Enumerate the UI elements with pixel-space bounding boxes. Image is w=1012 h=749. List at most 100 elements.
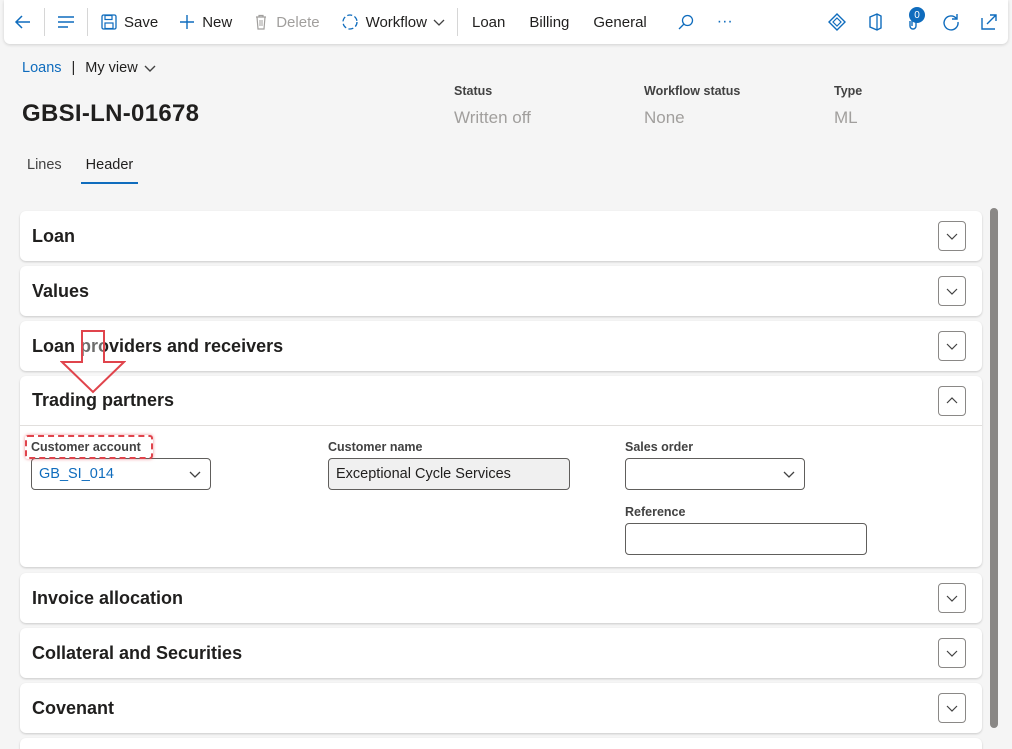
- section-title: Values: [32, 280, 90, 301]
- section-loan-providers: Loan providers and receivers: [20, 321, 982, 371]
- menu-button[interactable]: [47, 0, 85, 44]
- section-next-partial: [20, 738, 982, 749]
- action-pane: Save New Delete Workflow Loan Billing Ge…: [4, 0, 1008, 44]
- popout-icon: [981, 14, 997, 30]
- tab-loan[interactable]: Loan: [460, 0, 517, 44]
- section-covenant: Covenant: [20, 683, 982, 733]
- diamond-icon: [828, 13, 846, 31]
- plus-icon: [178, 13, 196, 31]
- annotation-arrow-icon: [60, 330, 126, 394]
- customer-account-value[interactable]: GB_SI_014: [39, 466, 114, 482]
- section-values: Values: [20, 266, 982, 316]
- toolbar-divider: [456, 8, 458, 36]
- section-title: Invoice allocation: [32, 587, 184, 608]
- breadcrumb-loans-link[interactable]: Loans: [22, 60, 62, 76]
- chevron-down-icon: [946, 233, 958, 240]
- section-invoice-allocation: Invoice allocation: [20, 573, 982, 623]
- attachments-count-badge: 0: [909, 7, 925, 23]
- workflow-cycle-icon: [340, 12, 360, 32]
- expand-button[interactable]: [938, 221, 966, 251]
- tab-general[interactable]: General: [581, 0, 658, 44]
- section-title: Loan: [32, 225, 75, 246]
- reference-input[interactable]: [625, 523, 867, 555]
- page-title: GBSI-LN-01678: [22, 100, 200, 127]
- sales-order-input[interactable]: [625, 458, 805, 490]
- refresh-button[interactable]: [932, 0, 970, 44]
- toolbar-divider: [87, 8, 88, 36]
- section-covenant-header[interactable]: Covenant: [20, 683, 982, 733]
- chevron-down-icon: [144, 65, 156, 72]
- status-field: Status Written off: [454, 84, 531, 128]
- status-value: Written off: [454, 108, 531, 127]
- workflow-status-value: None: [644, 108, 685, 127]
- sales-order-field: Sales order: [625, 440, 805, 490]
- tab-lines[interactable]: Lines: [22, 153, 67, 184]
- delete-label: Delete: [276, 13, 320, 31]
- section-loan-providers-header[interactable]: Loan providers and receivers: [20, 321, 982, 371]
- type-label: Type: [834, 84, 863, 98]
- customer-name-label: Customer name: [328, 440, 423, 454]
- type-field: Type ML: [834, 84, 862, 128]
- chevron-down-icon: [946, 595, 958, 602]
- office-button[interactable]: [856, 0, 894, 44]
- chevron-up-icon: [946, 396, 958, 403]
- expand-button[interactable]: [938, 693, 966, 723]
- section-title: Collateral and Securities: [32, 642, 243, 663]
- attachments-button[interactable]: 0: [894, 0, 932, 44]
- workflow-status-field: Workflow status None: [644, 84, 740, 128]
- expand-button[interactable]: [938, 276, 966, 306]
- search-icon: [678, 14, 693, 30]
- workflow-button[interactable]: Workflow: [330, 0, 455, 44]
- expand-button[interactable]: [938, 583, 966, 613]
- section-loan-header[interactable]: Loan: [20, 211, 982, 261]
- annotation-highlight-box: [25, 435, 153, 459]
- customer-name-value: Exceptional Cycle Services: [336, 466, 511, 482]
- search-button[interactable]: [667, 0, 705, 44]
- open-new-window-button[interactable]: [970, 0, 1008, 44]
- breadcrumb: Loans | My view: [22, 60, 156, 76]
- expand-button[interactable]: [938, 638, 966, 668]
- section-loan: Loan: [20, 211, 982, 261]
- view-tabs: Lines Header: [22, 153, 152, 184]
- workflow-status-label: Workflow status: [644, 84, 741, 98]
- chevron-down-icon: [783, 471, 795, 478]
- sales-order-label: Sales order: [625, 440, 694, 454]
- customer-account-input[interactable]: GB_SI_014: [31, 458, 211, 490]
- section-invoice-allocation-header[interactable]: Invoice allocation: [20, 573, 982, 623]
- new-label: New: [202, 13, 233, 31]
- reference-label: Reference: [625, 505, 686, 519]
- section-collateral: Collateral and Securities: [20, 628, 982, 678]
- expand-button[interactable]: [938, 331, 966, 361]
- section-trading-partners: Trading partners Customer account GB_SI_…: [20, 376, 982, 567]
- new-button[interactable]: New: [168, 0, 242, 44]
- vertical-scrollbar[interactable]: [990, 208, 998, 728]
- more-options-button[interactable]: ···: [705, 0, 745, 44]
- save-label: Save: [124, 13, 159, 31]
- office-icon: [869, 13, 882, 31]
- view-selector[interactable]: My view: [85, 60, 156, 76]
- tab-header[interactable]: Header: [80, 153, 139, 184]
- save-button[interactable]: Save: [90, 0, 168, 44]
- section-collateral-header[interactable]: Collateral and Securities: [20, 628, 982, 678]
- workflow-label: Workflow: [365, 13, 427, 31]
- chevron-down-icon: [433, 19, 445, 26]
- trash-icon: [252, 13, 270, 31]
- type-value: ML: [834, 108, 858, 127]
- hamburger-icon: [58, 16, 74, 28]
- tab-billing[interactable]: Billing: [517, 0, 581, 44]
- toolbar-divider: [44, 8, 45, 36]
- view-selector-label: My view: [85, 60, 138, 76]
- toolbar-right-group: 0: [818, 0, 1008, 44]
- breadcrumb-separator: |: [71, 60, 76, 76]
- section-values-header[interactable]: Values: [20, 266, 982, 316]
- chevron-down-icon: [946, 650, 958, 657]
- section-trading-partners-header[interactable]: Trading partners: [20, 376, 982, 426]
- chevron-down-icon: [946, 343, 958, 350]
- back-button[interactable]: [4, 0, 42, 44]
- collapse-button[interactable]: [938, 385, 966, 416]
- customer-name-input: Exceptional Cycle Services: [328, 458, 570, 490]
- customer-name-field: Customer name Exceptional Cycle Services: [328, 440, 570, 490]
- refresh-icon: [943, 14, 959, 31]
- delete-button[interactable]: Delete: [242, 0, 329, 44]
- power-apps-button[interactable]: [818, 0, 856, 44]
